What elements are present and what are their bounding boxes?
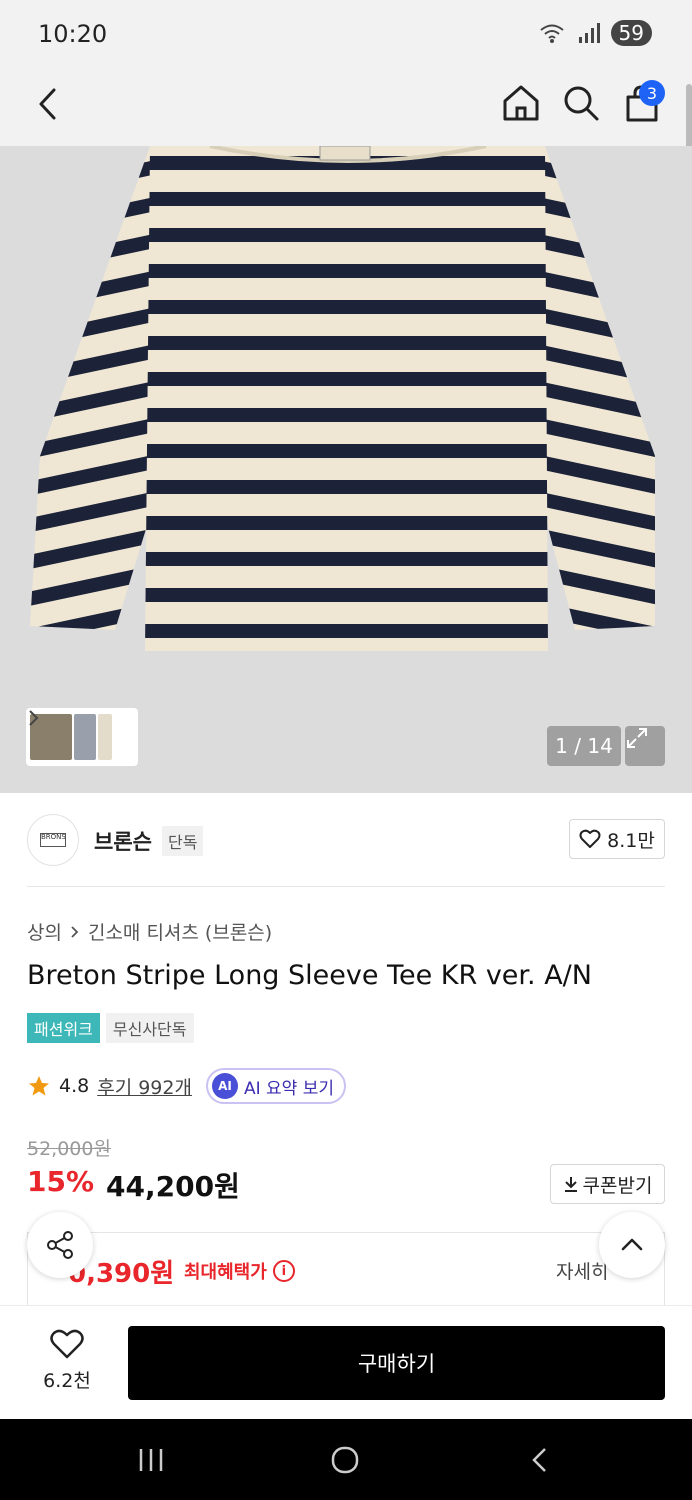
ai-badge-icon: AI	[211, 1073, 238, 1099]
breadcrumb-subcategory[interactable]: 긴소매 티셔츠 (브론슨)	[88, 918, 272, 945]
battery-indicator: 59	[610, 20, 652, 46]
wishlist-button[interactable]: 6.2천	[26, 1328, 108, 1393]
scroll-indicator	[686, 84, 692, 154]
cart-badge: 3	[639, 80, 665, 106]
system-home-icon[interactable]	[330, 1445, 360, 1475]
scroll-top-button[interactable]	[599, 1212, 665, 1278]
coupon-label: 쿠폰받기	[582, 1174, 653, 1197]
brand-logo-text: BRONSON	[40, 833, 66, 847]
status-icons: 59	[539, 20, 652, 46]
thumbnail-2[interactable]	[74, 714, 96, 760]
buy-button[interactable]: 구매하기	[128, 1326, 665, 1400]
tag-musinsa-exclusive: 무신사단독	[105, 1013, 194, 1043]
share-button[interactable]	[27, 1212, 93, 1278]
wishlist-count: 6.2천	[43, 1370, 91, 1392]
brand-logo[interactable]: BRONSON	[27, 814, 79, 866]
breadcrumb-category[interactable]: 상의	[27, 918, 62, 945]
coupon-button[interactable]: 쿠폰받기	[550, 1164, 665, 1204]
ai-summary-button[interactable]: AI AI 요약 보기	[205, 1068, 346, 1104]
max-benefit-text: 최대혜택가	[184, 1262, 267, 1283]
thumbnail-strip[interactable]	[26, 708, 138, 766]
divider	[27, 886, 665, 887]
recent-apps-icon[interactable]	[137, 1446, 165, 1474]
max-benefit-box[interactable]: 0,390원 최대혜택가 i 자세히	[27, 1232, 665, 1306]
top-navigation	[0, 70, 692, 146]
image-counter: 1 / 14	[547, 726, 621, 766]
share-icon	[47, 1231, 73, 1259]
rating-row: 4.8 후기 992개 AI AI 요약 보기	[27, 1068, 346, 1104]
chevron-up-icon	[621, 1238, 643, 1251]
star-icon	[29, 1076, 49, 1096]
discount-rate: 15%	[27, 1165, 95, 1198]
ai-summary-label: AI 요약 보기	[243, 1078, 334, 1099]
product-gallery[interactable]: 1 / 14	[0, 146, 692, 793]
search-icon[interactable]	[560, 82, 602, 124]
back-icon[interactable]	[30, 84, 70, 124]
brand-like-count: 8.1만	[607, 829, 655, 852]
sale-price: 44,200원	[106, 1170, 240, 1203]
download-icon	[564, 1177, 577, 1192]
price-row: 15% 44,200원	[27, 1165, 240, 1205]
review-count-link[interactable]: 후기 992개	[97, 1073, 192, 1100]
product-tags: 패션위크 무신사단독	[27, 1013, 194, 1043]
thumbnail-3[interactable]	[98, 714, 112, 760]
system-back-icon[interactable]	[528, 1446, 552, 1474]
expand-icon	[627, 728, 647, 748]
chevron-right-icon[interactable]	[26, 708, 40, 728]
chevron-right-icon	[71, 925, 79, 938]
expand-button[interactable]	[625, 726, 665, 766]
brand-name[interactable]: 브론슨	[94, 826, 152, 856]
signal-icon	[578, 23, 600, 43]
status-time: 10:20	[38, 20, 108, 48]
brand-like-button[interactable]: 8.1만	[569, 819, 665, 859]
brand-exclusive-tag: 단독	[162, 826, 204, 856]
status-bar: 10:20 59	[0, 0, 692, 70]
benefit-detail-link[interactable]: 자세히	[556, 1257, 608, 1284]
breadcrumb: 상의 긴소매 티셔츠 (브론슨)	[27, 918, 272, 945]
heart-icon	[50, 1329, 84, 1359]
wifi-icon	[539, 24, 564, 43]
product-title: Breton Stripe Long Sleeve Tee KR ver. A/…	[27, 960, 592, 991]
heart-icon	[579, 829, 601, 848]
product-image	[30, 146, 655, 651]
tag-fashion-week: 패션위크	[27, 1013, 100, 1043]
system-navigation-bar	[0, 1419, 692, 1500]
rating-value: 4.8	[59, 1075, 90, 1097]
bottom-action-bar: 6.2천 구매하기	[0, 1305, 692, 1419]
original-price: 52,000원	[27, 1138, 111, 1160]
max-benefit-label: 최대혜택가 i	[184, 1258, 295, 1284]
info-icon[interactable]: i	[272, 1260, 295, 1282]
home-icon[interactable]	[500, 82, 542, 124]
